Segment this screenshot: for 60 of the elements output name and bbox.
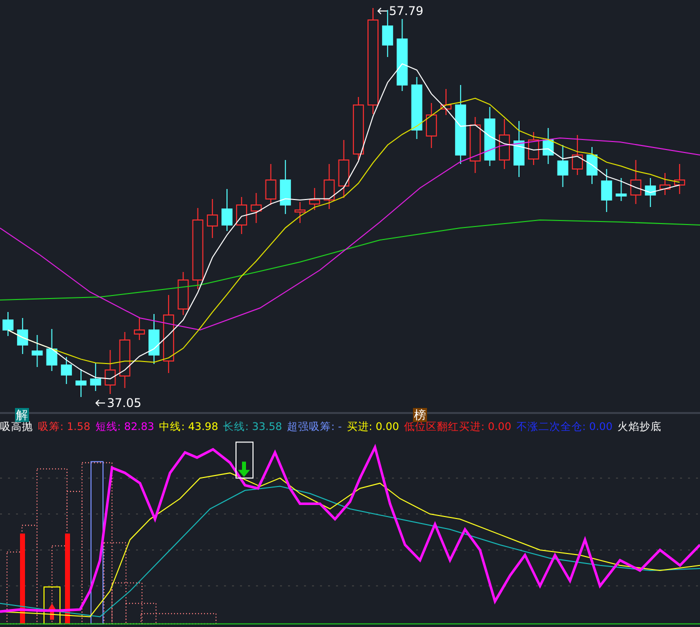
arrow-icon xyxy=(376,7,388,15)
candlestick xyxy=(294,202,306,224)
candlestick xyxy=(484,106,496,166)
indicator-value: 低位区翻红买进: 0.00 xyxy=(404,420,512,434)
candlestick xyxy=(17,318,28,354)
candlestick xyxy=(674,164,686,194)
candlestick xyxy=(411,76,422,140)
candlestick xyxy=(557,144,568,188)
indicator-value: 不涨二次全仓: 0.00 xyxy=(516,420,613,434)
price-label: 37.05 xyxy=(107,396,142,410)
candlestick xyxy=(250,192,262,224)
indicator-value: 火焰抄底 xyxy=(618,420,662,434)
candlestick xyxy=(324,164,335,210)
candlestick xyxy=(265,164,276,206)
candlestick xyxy=(338,140,350,198)
candlestick xyxy=(601,168,612,212)
candlestick xyxy=(616,178,627,202)
candlestick xyxy=(470,116,481,174)
candlestick xyxy=(76,368,86,398)
candlestick xyxy=(514,120,524,178)
candlestick xyxy=(630,160,642,204)
candlestick xyxy=(32,334,43,368)
candlestick xyxy=(222,188,232,232)
candlestick xyxy=(90,362,102,392)
candlestick xyxy=(60,356,72,384)
candlestick xyxy=(660,172,670,196)
down-arrow-icon xyxy=(238,462,250,478)
indicator-value: 买进: 0.00 xyxy=(346,420,400,434)
candlestick xyxy=(119,332,130,388)
candlestick xyxy=(309,188,320,210)
indicator-title: 吸高抛 xyxy=(0,421,33,434)
candlestick xyxy=(104,350,116,394)
signal-badge: 榜 xyxy=(413,408,427,422)
candlestick xyxy=(280,160,291,214)
candlestick xyxy=(498,118,510,170)
candlestick xyxy=(134,318,145,340)
up-arrow-icon xyxy=(47,603,57,620)
sell-signal-box xyxy=(236,442,254,479)
indicator-value: 超强吸筹: - xyxy=(287,420,342,434)
candlestick xyxy=(542,128,554,164)
candlestick xyxy=(572,134,583,176)
candlestick xyxy=(644,178,656,208)
candlestick xyxy=(148,314,160,364)
candlestick xyxy=(178,272,189,316)
candlestick xyxy=(528,132,540,166)
price-label: 57.79 xyxy=(389,4,424,18)
candlestick xyxy=(586,146,598,184)
signal-badge: 解 xyxy=(15,408,29,422)
indicator-value: 长线: 33.58 xyxy=(223,420,282,434)
candlestick xyxy=(236,196,248,234)
candlestick xyxy=(46,328,58,372)
indicator-value: 吸筹: 1.58 xyxy=(38,420,90,434)
indicator-value: 短线: 82.83 xyxy=(95,420,154,434)
candlestick xyxy=(440,88,452,116)
candlestick xyxy=(2,312,14,336)
candlestick xyxy=(352,96,364,160)
indicator-value: 中线: 43.98 xyxy=(159,420,218,434)
arrow-icon xyxy=(94,399,106,407)
candlestick xyxy=(206,198,218,238)
candlestick xyxy=(426,102,437,148)
